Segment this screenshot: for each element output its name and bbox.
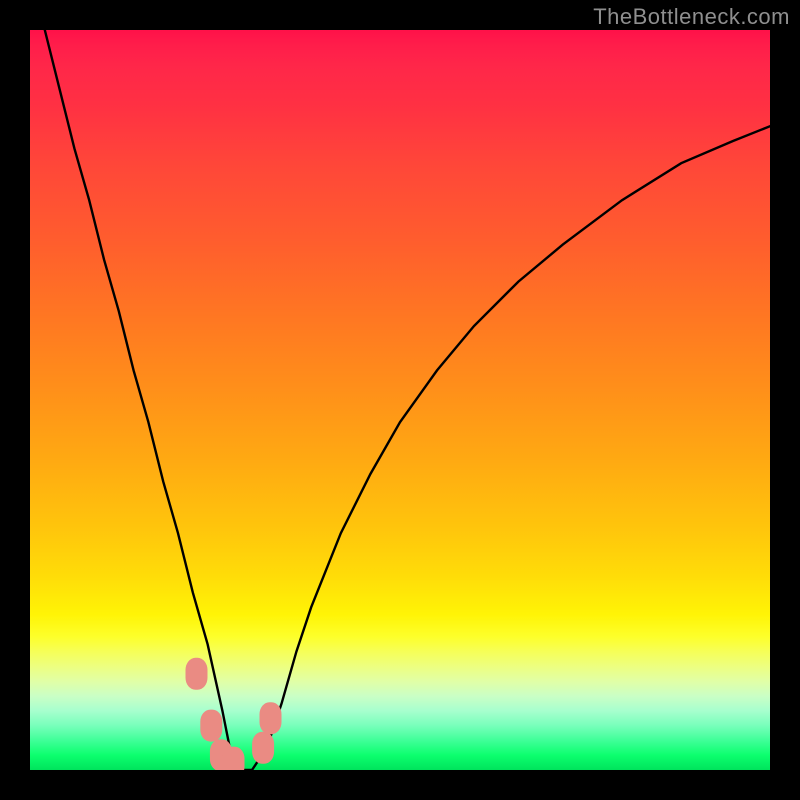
marker-e — [252, 732, 274, 764]
marker-b — [200, 710, 222, 742]
marker-f — [260, 702, 282, 734]
watermark-text: TheBottleneck.com — [593, 4, 790, 30]
chart-svg — [30, 30, 770, 770]
markers-group — [186, 658, 282, 770]
bottleneck-curve — [30, 30, 770, 770]
marker-a — [186, 658, 208, 690]
chart-stage: TheBottleneck.com — [0, 0, 800, 800]
marker-d — [223, 747, 245, 770]
plot-area — [30, 30, 770, 770]
